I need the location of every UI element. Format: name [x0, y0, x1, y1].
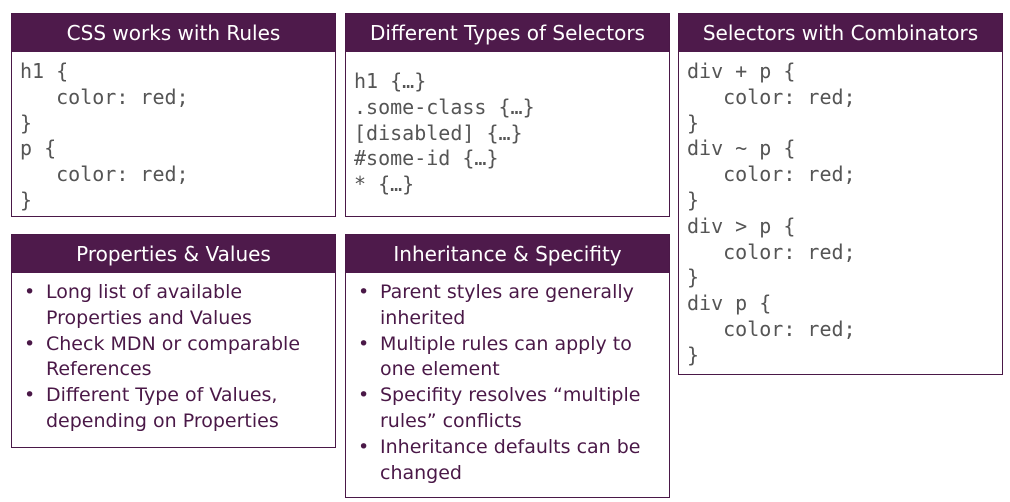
card-css-rules: CSS works with Rules h1 { color: red; } …: [11, 13, 336, 217]
card-selectors: Different Types of Selectors h1 {…} .som…: [345, 13, 670, 217]
code-line: div + p {: [687, 59, 796, 83]
card-title: CSS works with Rules: [12, 14, 335, 52]
bullet-list: Parent styles are generally inherited Mu…: [346, 273, 669, 486]
card-title: Selectors with Combinators: [679, 14, 1002, 52]
list-item: Different Type of Values, depending on P…: [20, 383, 327, 435]
list-item: Parent styles are generally inherited: [354, 280, 661, 332]
code-block: div + p { color: red; } div ~ p { color:…: [679, 52, 1002, 369]
code-line: div ~ p {: [687, 136, 796, 161]
code-line: div > p {: [687, 213, 796, 238]
card-title: Properties & Values: [12, 235, 335, 273]
code-line: }: [687, 110, 700, 135]
card-title: Different Types of Selectors: [346, 14, 669, 52]
code-line: #some-id {…}: [354, 146, 499, 171]
card-combinators: Selectors with Combinators div + p { col…: [678, 13, 1003, 375]
code-line: }: [687, 187, 700, 212]
code-line: h1 {: [20, 59, 69, 83]
code-line: h1 {…}: [354, 69, 427, 93]
code-line: div p {: [687, 291, 772, 316]
card-properties: Properties & Values Long list of availab…: [11, 234, 336, 448]
code-line: [disabled] {…}: [354, 120, 523, 145]
code-line: }: [20, 110, 33, 135]
list-item: Long list of available Properties and Va…: [20, 280, 327, 332]
code-block: h1 {…} .some-class {…} [disabled] {…} #s…: [346, 52, 669, 198]
bullet-list: Long list of available Properties and Va…: [12, 273, 335, 435]
code-line: color: red;: [687, 239, 856, 264]
code-line: }: [20, 187, 33, 212]
code-block: h1 { color: red; } p { color: red; }: [12, 52, 335, 214]
code-line: color: red;: [687, 316, 856, 341]
code-line: }: [687, 342, 700, 367]
code-line: color: red;: [20, 162, 189, 187]
code-line: color: red;: [687, 84, 856, 109]
code-line: }: [687, 265, 700, 290]
code-line: color: red;: [20, 84, 189, 109]
code-line: color: red;: [687, 162, 856, 187]
list-item: Specifity resolves “multiple rules” conf…: [354, 383, 661, 435]
code-line: .some-class {…}: [354, 94, 535, 119]
code-line: * {…}: [354, 172, 415, 197]
list-item: Inheritance defaults can be changed: [354, 435, 661, 487]
list-item: Check MDN or comparable References: [20, 332, 327, 384]
card-inheritance: Inheritance & Specifity Parent styles ar…: [345, 234, 670, 498]
code-line: p {: [20, 136, 57, 161]
card-title: Inheritance & Specifity: [346, 235, 669, 273]
list-item: Multiple rules can apply to one element: [354, 332, 661, 384]
